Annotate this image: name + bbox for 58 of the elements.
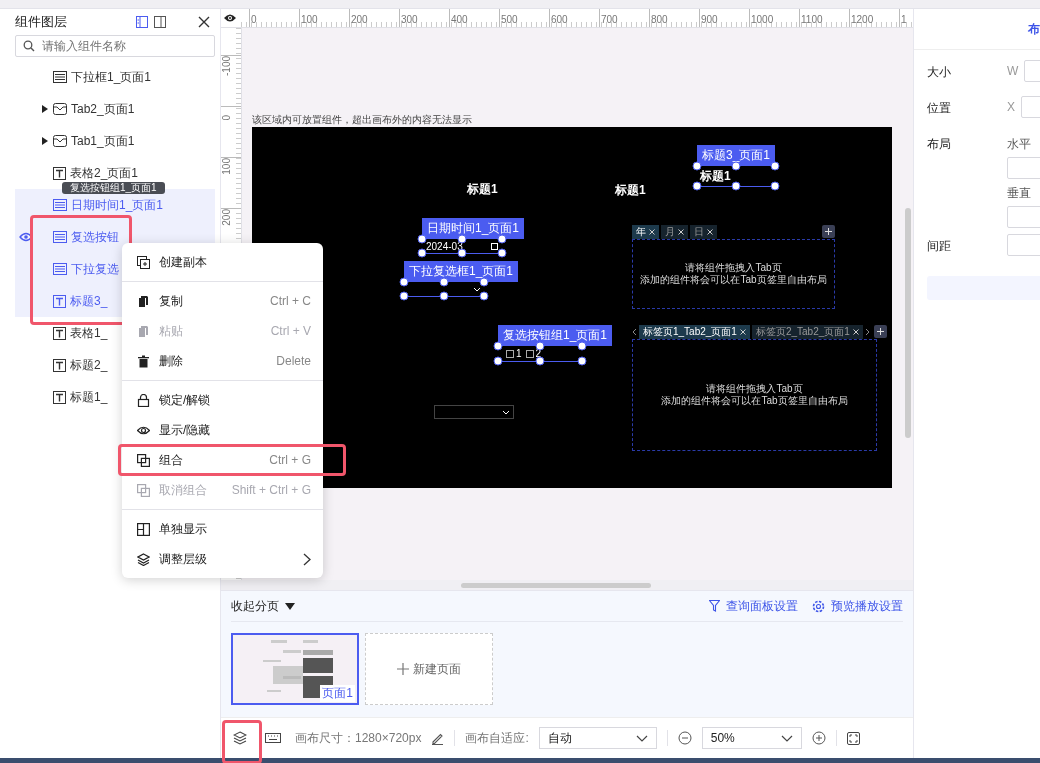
menu-label: 锁定/解锁 bbox=[159, 391, 212, 409]
menu-label: 组合 bbox=[159, 451, 184, 469]
shortcut-text: Shift + Ctrl + G bbox=[231, 483, 311, 497]
title-text: 标题1 bbox=[615, 183, 646, 197]
axis-label: X bbox=[1007, 100, 1015, 114]
ruler-label: 1 bbox=[901, 14, 907, 25]
property-label: 大小 bbox=[927, 64, 952, 81]
menu-label: 单独显示 bbox=[159, 520, 208, 538]
tooltip: 复选按钮组1_页面1 bbox=[62, 182, 165, 194]
menu-label: 取消组合 bbox=[159, 481, 208, 499]
fit-label: 画布自适应: bbox=[465, 729, 529, 747]
ruler-label: 200 bbox=[221, 209, 232, 226]
ruler-label: 900 bbox=[701, 14, 718, 25]
title-text: 标题1 bbox=[467, 182, 498, 196]
canvas-size-text: 画布尺寸：1280×720px bbox=[295, 729, 422, 747]
property-label: 垂直 bbox=[1007, 185, 1032, 202]
title-text: 标题1 bbox=[700, 169, 731, 183]
shortcut-text: Delete bbox=[276, 354, 311, 368]
selection-label: 日期时间1_页面1 bbox=[422, 218, 525, 239]
ruler-label: -100 bbox=[221, 56, 232, 76]
ruler-label: 400 bbox=[451, 14, 468, 25]
ruler-label: 1100 bbox=[801, 14, 823, 25]
selection-label: 下拉复选框1_页面1 bbox=[404, 261, 519, 282]
menu-label: 复制 bbox=[159, 292, 184, 310]
placeholder-text: 请将组件拖拽入Tab页 bbox=[685, 262, 782, 274]
page-name: 页面1 bbox=[320, 685, 355, 702]
canvas-hint: 该区域内可放置组件，超出画布外的内容无法显示 bbox=[252, 114, 473, 126]
shortcut-text: Ctrl + C bbox=[270, 294, 311, 308]
ruler-label: 100 bbox=[221, 158, 232, 175]
ruler-label: 500 bbox=[501, 14, 518, 25]
menu-label: 调整层级 bbox=[159, 550, 208, 568]
menu-label: 删除 bbox=[159, 352, 184, 370]
menu-label: 显示/隐藏 bbox=[159, 421, 212, 439]
placeholder-text: 添加的组件将会可以在Tab页签里自由布局 bbox=[640, 274, 827, 286]
selection-label: 标题3_页面1 bbox=[697, 145, 776, 166]
ruler-label: 600 bbox=[551, 14, 568, 25]
menu-label: 创建副本 bbox=[159, 253, 208, 271]
selection-label: 复选按钮组1_页面1 bbox=[498, 325, 613, 346]
ruler-label: 0 bbox=[221, 115, 232, 121]
placeholder-text: 请将组件拖拽入Tab页 bbox=[706, 383, 803, 395]
panel-title: 组件图层 bbox=[15, 13, 68, 31]
property-label: 位置 bbox=[927, 100, 952, 117]
ruler-label: 200 bbox=[351, 14, 368, 25]
shortcut-text: Ctrl + V bbox=[270, 324, 311, 338]
placeholder-text: 添加的组件将会可以在Tab页签里自由布局 bbox=[661, 395, 848, 407]
property-label: 间距 bbox=[927, 238, 952, 255]
ruler-label: 700 bbox=[601, 14, 618, 25]
ruler-label: 0 bbox=[251, 14, 257, 25]
ruler-label: 800 bbox=[651, 14, 668, 25]
ruler-label: 300 bbox=[401, 14, 418, 25]
property-label: 布局 bbox=[927, 136, 952, 153]
axis-label: W bbox=[1007, 64, 1019, 78]
ruler-label: 100 bbox=[301, 14, 318, 25]
menu-label: 粘贴 bbox=[159, 322, 184, 340]
ruler-label: 1000 bbox=[751, 14, 774, 25]
shortcut-text: Ctrl + G bbox=[269, 453, 311, 467]
ruler-label: 1200 bbox=[851, 14, 874, 25]
property-label: 水平 bbox=[1007, 136, 1032, 153]
